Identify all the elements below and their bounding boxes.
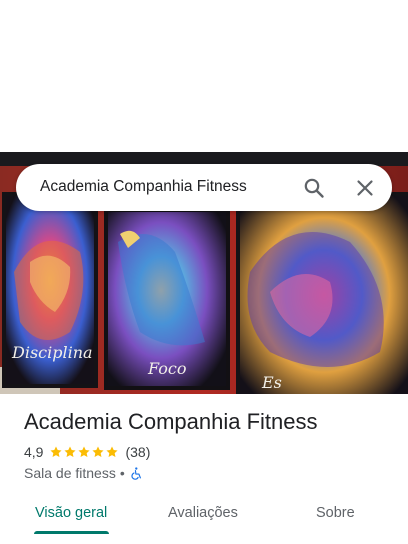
category-row: Sala de fitness • — [24, 464, 143, 482]
search-bar[interactable]: Academia Companhia Fitness — [16, 164, 392, 211]
eagle-caption: Foco — [147, 359, 186, 378]
star-icon — [50, 446, 63, 458]
place-title: Academia Companhia Fitness — [24, 409, 318, 434]
search-icon[interactable] — [302, 176, 326, 200]
review-count[interactable]: (38) — [125, 444, 150, 460]
star-icon — [106, 446, 119, 458]
star-icon — [92, 446, 105, 458]
tab-overview[interactable]: Visão geral — [35, 505, 107, 521]
separator-dot: • — [119, 465, 125, 481]
search-query[interactable]: Academia Companhia Fitness — [40, 178, 247, 196]
tab-about[interactable]: Sobre — [316, 505, 355, 521]
lion-caption: Disciplina — [11, 343, 93, 362]
rating-row[interactable]: 4,9 (38) — [24, 443, 150, 461]
place-category: Sala de fitness — [24, 465, 116, 481]
close-icon[interactable] — [353, 176, 377, 200]
star-icon — [78, 446, 91, 458]
rating-value: 4,9 — [24, 444, 44, 460]
star-icon — [64, 446, 77, 458]
active-tab-indicator — [34, 531, 109, 534]
place-tabs: Visão geral Avaliações Sobre — [0, 490, 408, 544]
star-rating — [49, 445, 119, 459]
wheelchair-icon[interactable] — [129, 466, 143, 481]
wolf-caption: Es — [261, 373, 282, 392]
tab-reviews[interactable]: Avaliações — [168, 505, 238, 521]
